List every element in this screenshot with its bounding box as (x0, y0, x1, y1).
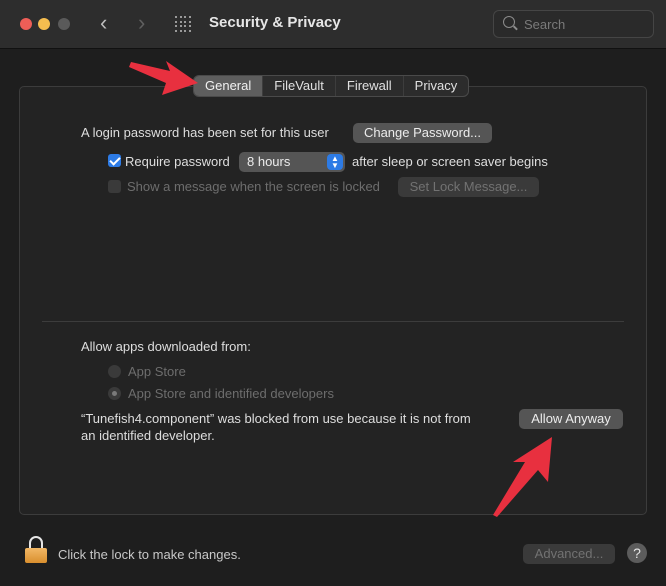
allow-anyway-button[interactable]: Allow Anyway (519, 409, 623, 429)
lock-status-text: Click the lock to make changes. (58, 547, 241, 562)
tab-filevault[interactable]: FileVault (263, 76, 336, 96)
titlebar: ‹ › Security & Privacy (0, 0, 666, 49)
back-chevron-icon[interactable]: ‹ (100, 12, 107, 34)
tab-firewall[interactable]: Firewall (336, 76, 404, 96)
radio-app-store[interactable] (108, 365, 121, 378)
forward-chevron-icon[interactable]: › (138, 12, 145, 34)
blocked-message-line2: an identified developer. (81, 428, 215, 443)
allow-apps-label: Allow apps downloaded from: (81, 339, 251, 354)
radio-app-store-identified-label: App Store and identified developers (128, 386, 334, 401)
close-window-button[interactable] (20, 18, 32, 30)
tab-general[interactable]: General (194, 76, 264, 96)
advanced-button[interactable]: Advanced... (523, 544, 615, 564)
search-field[interactable] (493, 10, 654, 38)
tab-privacy[interactable]: Privacy (404, 76, 469, 96)
require-password-checkbox[interactable] (108, 154, 121, 167)
select-value: 8 hours (247, 154, 291, 169)
show-message-label: Show a message when the screen is locked (127, 179, 380, 194)
minimize-window-button[interactable] (38, 18, 50, 30)
help-button[interactable]: ? (627, 543, 647, 563)
radio-app-store-label: App Store (128, 364, 186, 379)
lock-icon[interactable] (25, 536, 47, 564)
zoom-window-button[interactable] (58, 18, 70, 30)
require-password-label: Require password (125, 154, 230, 169)
search-icon (503, 16, 515, 28)
show-message-checkbox[interactable] (108, 180, 121, 193)
radio-app-store-identified[interactable] (108, 387, 121, 400)
window-title: Security & Privacy (209, 14, 341, 31)
after-sleep-text: after sleep or screen saver begins (352, 154, 548, 169)
show-all-grid-icon[interactable] (175, 16, 191, 32)
login-password-text: A login password has been set for this u… (81, 125, 329, 140)
require-password-interval-select[interactable]: 8 hours ▲ ▼ (239, 152, 345, 172)
blocked-message-line1: “Tunefish4.component” was blocked from u… (81, 411, 471, 426)
change-password-button[interactable]: Change Password... (353, 123, 492, 143)
search-input[interactable] (524, 15, 644, 33)
security-privacy-window: ‹ › Security & Privacy General FileVault… (0, 0, 666, 586)
general-panel (19, 86, 647, 515)
section-divider (42, 321, 624, 322)
set-lock-message-button[interactable]: Set Lock Message... (398, 177, 539, 197)
updown-chevron-icon: ▲ ▼ (327, 154, 343, 170)
tab-bar: General FileVault Firewall Privacy (193, 75, 470, 97)
